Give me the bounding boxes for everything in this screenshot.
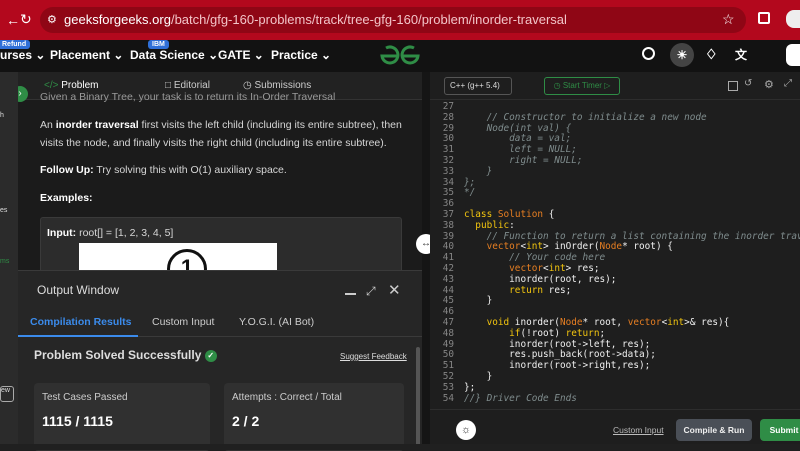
code-icon: </> xyxy=(44,80,59,91)
site-info-icon[interactable]: ⚙ xyxy=(47,7,57,33)
line-number: 53 xyxy=(442,381,454,393)
custom-input-link[interactable]: Custom Input xyxy=(613,425,664,435)
tab-submissions[interactable]: ◷ Submissions xyxy=(243,80,311,91)
test-cases-value: 1115 / 1115 xyxy=(42,413,113,429)
follow-up: Follow Up: Try solving this with O(1) au… xyxy=(40,164,287,176)
attempts-label: Attempts : Correct / Total xyxy=(232,392,342,403)
start-timer-button[interactable]: ◷ Start Timer ▷ xyxy=(544,77,620,95)
attempts-value: 2 / 2 xyxy=(232,413,260,429)
minimize-icon[interactable] xyxy=(345,293,356,295)
language-select[interactable]: C++ (g++ 5.4) xyxy=(444,77,512,95)
sidebar-item-es[interactable]: es xyxy=(0,207,7,214)
chevron-down-icon: ⌄ xyxy=(35,48,46,62)
user-avatar[interactable] xyxy=(786,44,800,66)
fullscreen-editor-icon[interactable]: ⤢ xyxy=(784,78,792,89)
reset-icon[interactable]: ↺ xyxy=(744,78,752,89)
fullscreen-icon[interactable]: ⤢ xyxy=(366,284,376,299)
timer-icon: ◷ xyxy=(553,81,561,90)
line-number: 48 xyxy=(442,327,454,339)
theme-toggle-icon[interactable]: ☀ xyxy=(670,43,694,67)
sidebar-item-ew[interactable]: ew xyxy=(0,386,14,402)
pane-splitter[interactable]: ↔ xyxy=(416,72,436,450)
os-taskbar xyxy=(0,444,800,450)
settings-icon[interactable]: ⚙ xyxy=(764,78,774,91)
check-circle-icon: ✓ xyxy=(204,349,217,362)
reload-icon[interactable]: ↻ xyxy=(20,11,36,27)
suggest-feedback-link[interactable]: Suggest Feedback xyxy=(340,352,407,361)
line-number: 54 xyxy=(442,392,454,404)
left-sidebar: h es ms ew xyxy=(0,72,18,450)
code-line: } xyxy=(464,295,493,307)
tab-yogi-ai-bot[interactable]: Y.O.G.I. (AI Bot) xyxy=(239,316,314,328)
sidebar-item-ms[interactable]: ms xyxy=(0,258,9,265)
nav-courses[interactable]: urses ⌄ xyxy=(0,48,45,62)
book-icon: □ xyxy=(165,80,172,91)
hint-bulb-icon[interactable]: ☼ xyxy=(456,420,476,440)
code-line: //} Driver Code Ends xyxy=(464,392,577,404)
nav-placement[interactable]: Placement ⌄ xyxy=(50,48,123,62)
chevron-down-icon: ⌄ xyxy=(113,48,124,62)
code-line: if(!root) return; xyxy=(509,327,606,339)
editor-toolbar: C++ (g++ 5.4) ◷ Start Timer ▷ ↺ ⚙ ⤢ xyxy=(430,72,800,100)
line-number: 43 xyxy=(442,273,454,285)
url-host: geeksforgeeks.org xyxy=(64,12,171,27)
search-icon[interactable] xyxy=(642,47,655,60)
compile-run-button[interactable]: Compile & Run xyxy=(676,419,752,441)
site-navbar: Refund urses ⌄ Placement ⌄ IBM Data Scie… xyxy=(0,40,800,72)
close-icon[interactable]: ✕ xyxy=(388,281,401,299)
tab-editorial[interactable]: □ Editorial xyxy=(165,80,210,91)
browser-toolbar: ← ↻ ⚙ geeksforgeeks.org/batch/gfg-160-pr… xyxy=(0,0,800,40)
line-number: 33 xyxy=(442,165,454,177)
notification-bell-icon[interactable]: ♢ xyxy=(705,46,718,63)
active-tab-underline xyxy=(18,335,138,337)
output-window-title: Output Window xyxy=(37,283,120,297)
code-line: */ xyxy=(464,187,476,199)
problem-description: An inorder traversal first visits the le… xyxy=(40,119,402,149)
nav-data-science[interactable]: Data Science ⌄ xyxy=(130,48,218,62)
output-tabs: Compilation Results Custom Input Y.O.G.I… xyxy=(18,307,422,337)
line-number: 38 xyxy=(442,219,454,231)
chevron-down-icon: ⌄ xyxy=(208,48,219,62)
output-scrollbar[interactable] xyxy=(416,347,420,447)
examples-heading: Examples: xyxy=(40,192,93,204)
tab-custom-input[interactable]: Custom Input xyxy=(152,316,214,328)
line-number: 28 xyxy=(442,111,454,123)
chevron-down-icon: ⌄ xyxy=(253,48,264,62)
nav-gate[interactable]: GATE ⌄ xyxy=(218,48,264,62)
extensions-icon[interactable] xyxy=(758,12,770,24)
tab-compilation-results[interactable]: Compilation Results xyxy=(30,316,132,328)
example-box: Input: root[] = [1, 2, 3, 4, 5] 1 xyxy=(40,217,402,289)
bookmark-star-icon[interactable]: ☆ xyxy=(722,11,735,28)
copy-icon[interactable] xyxy=(728,81,738,91)
translate-icon[interactable]: 文 xyxy=(735,46,747,63)
profile-icon[interactable] xyxy=(786,10,800,28)
code-editor: C++ (g++ 5.4) ◷ Start Timer ▷ ↺ ⚙ ⤢ 27 28… xyxy=(430,72,800,450)
chevron-down-icon: ⌄ xyxy=(321,48,332,62)
gfg-logo[interactable] xyxy=(378,43,422,69)
test-cases-label: Test Cases Passed xyxy=(42,392,128,403)
gfg-logo-icon xyxy=(380,45,420,65)
history-icon: ◷ xyxy=(243,80,252,91)
example-input: Input: root[] = [1, 2, 3, 4, 5] xyxy=(47,227,174,239)
address-bar[interactable]: ⚙ geeksforgeeks.org/batch/gfg-160-proble… xyxy=(40,7,746,33)
sidebar-item-h[interactable]: h xyxy=(0,112,4,119)
problem-statement-cut: Given a Binary Tree, your task is to ret… xyxy=(40,92,336,102)
play-icon: ▷ xyxy=(604,81,611,90)
output-window: Output Window ⤢ ✕ Compilation Results Cu… xyxy=(18,270,422,451)
attempts-card: Attempts : Correct / Total 2 / 2 xyxy=(224,383,404,451)
submit-button[interactable]: Submit xyxy=(760,419,800,441)
test-cases-card: Test Cases Passed 1115 / 1115 xyxy=(34,383,210,451)
nav-practice[interactable]: Practice ⌄ xyxy=(271,48,331,62)
code-area[interactable]: 27 28 // Constructor to initialize a new … xyxy=(430,100,800,407)
result-status: Problem Solved Successfully ✓ xyxy=(34,348,217,362)
url-path: /batch/gfg-160-problems/track/tree-gfg-1… xyxy=(170,12,567,27)
tab-problem[interactable]: </> Problem xyxy=(44,80,99,91)
